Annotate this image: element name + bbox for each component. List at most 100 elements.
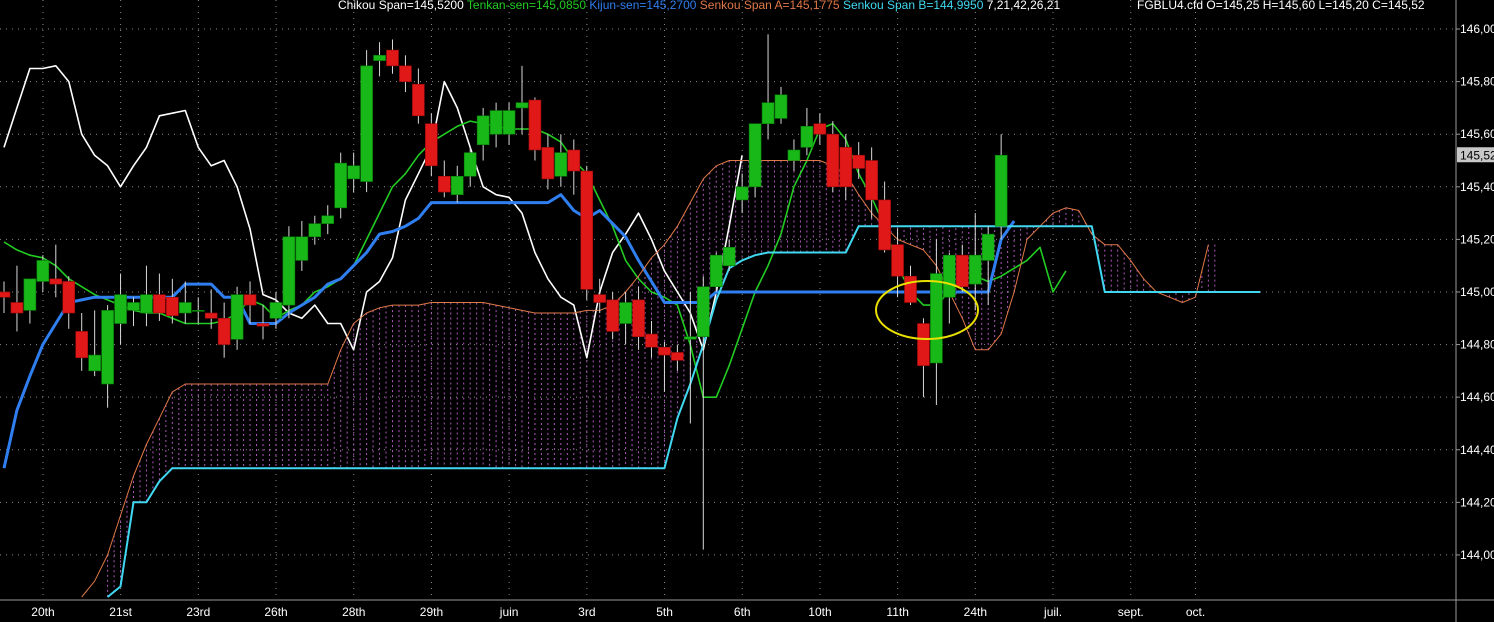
x-tick-label: 6th (734, 605, 751, 619)
candle-up (619, 302, 632, 324)
y-tick-label: 146,00 (1460, 22, 1494, 36)
y-tick-label: 144,20 (1460, 495, 1494, 509)
candle-up (179, 302, 192, 314)
candle-up (696, 286, 710, 337)
x-tick-label: 29th (420, 605, 443, 619)
candle-down (852, 154, 866, 169)
candle-up (269, 302, 283, 319)
candle-down (606, 299, 619, 332)
candle-up (282, 236, 296, 306)
y-tick-label: 144,40 (1460, 443, 1494, 457)
candle-down (645, 333, 658, 348)
candle-up (308, 223, 322, 238)
candle-down (153, 294, 166, 314)
params-legend: 7,21,42,26,21 (986, 0, 1061, 12)
candle-up (450, 175, 464, 195)
candle-down (541, 147, 555, 180)
candle-up (761, 102, 775, 124)
candle-down (10, 302, 24, 314)
y-tick-label: 145,20 (1460, 232, 1494, 246)
candle-up (800, 126, 814, 148)
candle-up (347, 165, 360, 180)
candle-down (425, 123, 438, 167)
candle-up (994, 154, 1008, 227)
candle-up (140, 294, 153, 314)
x-tick-label: juin (499, 605, 519, 619)
candle-down (399, 65, 412, 82)
candle-down (437, 175, 451, 193)
candle-down (0, 291, 11, 298)
x-tick-label: 10th (808, 605, 831, 619)
candle-down (904, 275, 917, 303)
candle-up (684, 336, 697, 340)
candle-up (88, 354, 101, 372)
candle-down (49, 278, 63, 285)
candle-up (502, 110, 516, 135)
candle-down (917, 323, 930, 366)
candle-up (476, 115, 490, 146)
candle-down (217, 317, 231, 345)
x-tick-label: sept. (1118, 605, 1144, 619)
candle-down (204, 312, 218, 319)
y-tick-label: 144,80 (1460, 338, 1494, 352)
chikou-legend: Chikou Span=145,5200 (338, 0, 464, 12)
x-tick-label: 5th (656, 605, 673, 619)
candle-down (891, 244, 904, 277)
candle-down (256, 323, 270, 327)
ichimoku-chart: 146,00 145,80 145,60 145,40 145,20 145,00 144,… (0, 0, 1494, 622)
candle-down (166, 296, 179, 316)
candle-up (774, 94, 788, 119)
candle-up (321, 215, 335, 224)
candle-down (243, 294, 257, 306)
candle-down (62, 281, 76, 314)
candle-up (36, 260, 50, 282)
candle-down (955, 254, 969, 288)
candle-down (878, 199, 891, 251)
candle-down (658, 346, 671, 356)
indicator-legend: Chikou Span=145,5200 Tenkan-sen=145,0850… (338, 0, 1060, 12)
candle-up (101, 310, 114, 385)
candle-down (580, 170, 594, 290)
x-tick-label: 26th (264, 605, 287, 619)
candle-up (127, 302, 140, 311)
candle-up (709, 254, 723, 288)
candle-down (632, 299, 645, 337)
span-a-legend: Senkou Span A=145,1775 (699, 0, 840, 12)
candle-up (360, 65, 373, 182)
candle-down (813, 123, 827, 135)
y-tick-label: 144,00 (1460, 548, 1494, 562)
candle-up (114, 294, 127, 324)
candle-down (671, 352, 684, 361)
candle-up (943, 254, 956, 298)
candle-down (528, 99, 542, 151)
candle-down (826, 133, 840, 188)
candle-up (554, 152, 568, 177)
x-tick-label: oct. (1186, 605, 1205, 619)
candle-down (386, 49, 399, 67)
tenkan-legend: Tenkan-sen=145,0850 (466, 0, 587, 12)
y-tick-label: 145,00 (1460, 285, 1494, 299)
y-tick-label: 145,40 (1460, 180, 1494, 194)
candle-down (75, 331, 88, 359)
candle-down (412, 83, 425, 117)
x-tick-label: juil. (1043, 605, 1062, 619)
candle-up (23, 278, 37, 311)
x-tick-label: 20th (31, 605, 54, 619)
candle-down (865, 160, 878, 201)
candle-up (463, 152, 477, 177)
span-b-legend: Senkou Span B=144,9950 (842, 0, 984, 12)
current-price-label: 145,52 (1460, 148, 1494, 162)
candle-up (373, 55, 386, 61)
y-tick-label: 145,80 (1460, 75, 1494, 89)
candle-up (722, 246, 736, 266)
candle-down (567, 149, 581, 172)
candle-down (839, 147, 853, 188)
y-tick-label: 144,60 (1460, 390, 1494, 404)
candle-up (230, 294, 244, 340)
x-tick-label: 24th (964, 605, 987, 619)
candle-up (295, 236, 309, 261)
y-tick-label: 145,60 (1460, 127, 1494, 141)
x-tick-label: 3rd (578, 605, 595, 619)
kijun-legend: Kijun-sen=145,2700 (589, 0, 697, 12)
ohlc-legend: FGBLU4.cfd O=145,25 H=145,60 L=145,20 C=… (1137, 0, 1425, 12)
